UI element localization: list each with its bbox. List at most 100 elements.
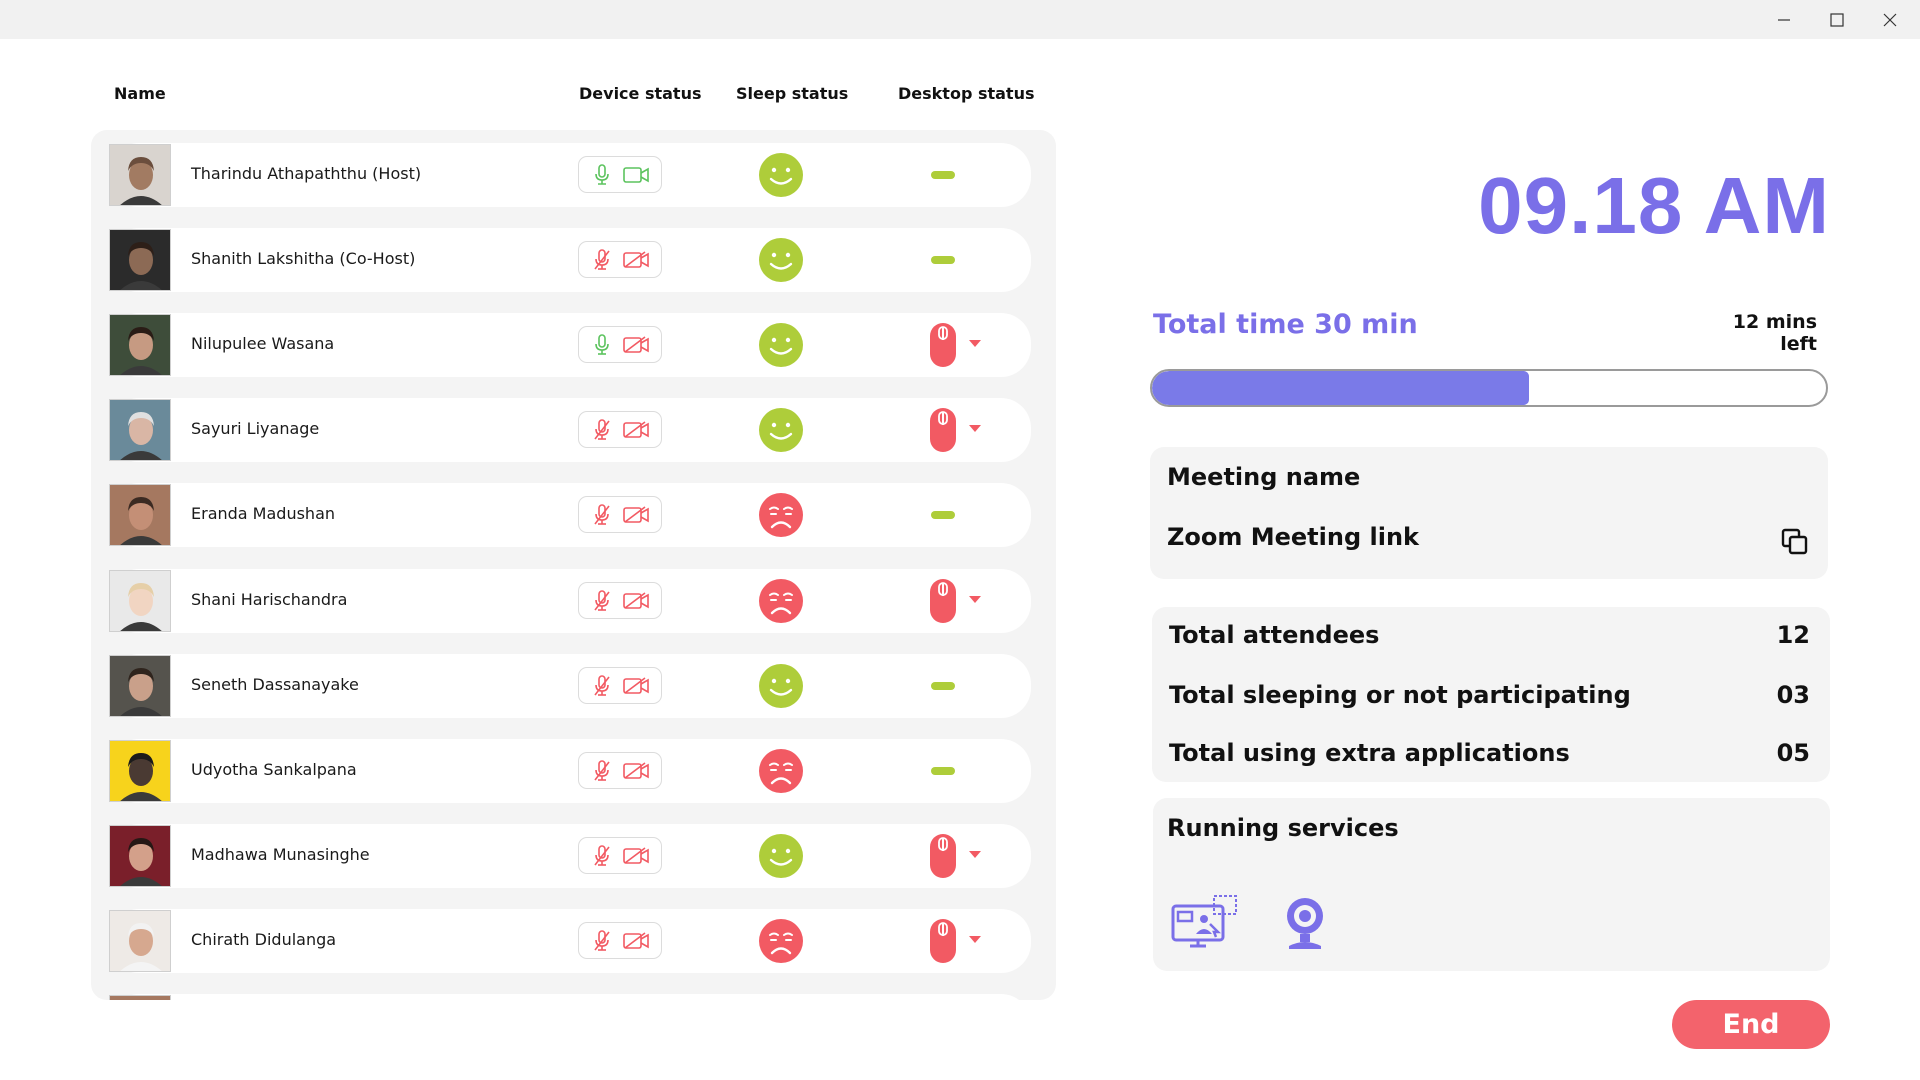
microphone-icon [594, 504, 610, 526]
participant-row[interactable]: Tharindu Athapaththu (Host) [109, 143, 1031, 207]
participant-name: Shani Harischandra [191, 589, 348, 609]
device-status [578, 751, 662, 789]
clock: 09.18 AM [1478, 161, 1830, 250]
avatar [109, 229, 171, 292]
avatar-photo [110, 996, 170, 1000]
meeting-card: Meeting name Zoom Meeting link [1150, 447, 1828, 579]
participant-name: Chirath Didulanga [191, 929, 337, 949]
participant-row[interactable]: Madhawa Munasinghe [109, 823, 1031, 888]
avatar [109, 654, 171, 717]
sleeping-face-icon [759, 918, 803, 963]
stat-label: Total using extra applications [1169, 739, 1570, 767]
microphone-icon [594, 674, 610, 696]
awake-face-icon [759, 238, 803, 283]
awake-face-icon [759, 833, 803, 878]
microphone-icon [594, 759, 610, 781]
device-status [578, 496, 662, 534]
column-header-device: Device status [579, 84, 702, 103]
meeting-name-label: Meeting name [1167, 463, 1361, 491]
dropdown-arrow-icon[interactable] [969, 425, 981, 433]
sleeping-face-icon [759, 493, 803, 538]
avatar-photo [110, 570, 170, 631]
avatar-photo [110, 400, 170, 461]
avatar [109, 484, 171, 547]
maximize-button[interactable] [1811, 0, 1863, 39]
webcam-icon[interactable] [1283, 896, 1327, 950]
avatar [109, 314, 171, 377]
participant-name: Madhawa Munasinghe [191, 844, 370, 864]
avatar [109, 824, 171, 887]
participant-row[interactable]: Nilupulee Wasana [109, 313, 1031, 378]
camera-icon [623, 932, 649, 949]
mouse-icon[interactable] [929, 578, 957, 624]
total-time-label: Total time 30 min [1153, 309, 1418, 340]
dropdown-arrow-icon[interactable] [969, 340, 981, 348]
time-left-label: 12 mins left [1732, 311, 1817, 355]
desktop-normal-indicator [931, 511, 955, 520]
microphone-icon [594, 589, 610, 611]
minimize-button[interactable] [1758, 0, 1810, 39]
camera-icon [623, 676, 649, 694]
device-status [578, 836, 662, 874]
camera-icon [623, 506, 649, 524]
participant-name: Seneth Dassanayake [191, 674, 359, 694]
participant-row[interactable] [109, 994, 1031, 1000]
avatar-photo [110, 230, 170, 291]
device-status [578, 156, 662, 193]
participant-row[interactable]: Seneth Dassanayake [109, 653, 1031, 718]
copy-icon[interactable] [1780, 527, 1810, 557]
mouse-icon[interactable] [929, 833, 957, 879]
awake-face-icon [759, 408, 803, 453]
avatar [109, 995, 171, 1000]
avatar [109, 909, 171, 972]
desktop-normal-indicator [931, 171, 955, 179]
participant-row[interactable]: Shanith Lakshitha (Co-Host) [109, 228, 1031, 293]
stat-value: 05 [1776, 739, 1810, 767]
microphone-icon [594, 249, 610, 270]
avatar-photo [110, 655, 170, 716]
avatar-photo [110, 145, 170, 205]
mouse-icon[interactable] [929, 918, 957, 964]
close-icon [1883, 13, 1897, 26]
column-header-desktop: Desktop status [898, 84, 1035, 103]
dropdown-arrow-icon[interactable] [969, 595, 981, 603]
services-title: Running services [1167, 814, 1399, 842]
stat-label: Total sleeping or not participating [1169, 681, 1631, 709]
participant-row[interactable]: Udyotha Sankalpana [109, 738, 1031, 803]
sleeping-face-icon [759, 578, 803, 623]
avatar-photo [110, 740, 170, 801]
screen-share-icon[interactable] [1170, 894, 1240, 950]
time-progress-bar [1150, 369, 1828, 407]
column-header-sleep: Sleep status [736, 84, 849, 103]
camera-icon [623, 421, 649, 439]
microphone-icon [595, 334, 609, 355]
participant-name: Eranda Madushan [191, 504, 336, 524]
microphone-icon [594, 844, 610, 866]
avatar-photo [110, 825, 170, 886]
participant-row[interactable]: Shani Harischandra [109, 568, 1031, 633]
mouse-icon[interactable] [929, 322, 957, 368]
participant-row[interactable]: Sayuri Liyanage [109, 398, 1031, 463]
time-progress-fill [1152, 371, 1530, 405]
participant-name: Udyotha Sankalpana [191, 759, 357, 779]
meeting-link-label[interactable]: Zoom Meeting link [1167, 523, 1419, 551]
close-button[interactable] [1864, 0, 1916, 39]
maximize-icon [1830, 12, 1844, 27]
participant-name: Shanith Lakshitha (Co-Host) [191, 249, 416, 269]
participant-row[interactable]: Chirath Didulanga [109, 908, 1031, 973]
participant-row[interactable]: Eranda Madushan [109, 483, 1031, 548]
participant-name: Nilupulee Wasana [191, 334, 335, 354]
microphone-icon [594, 930, 610, 951]
mouse-icon[interactable] [929, 407, 957, 453]
device-status [578, 326, 662, 364]
camera-icon [623, 251, 649, 268]
microphone-icon [594, 419, 610, 441]
participant-list[interactable]: Tharindu Athapaththu (Host) Shanith Laks… [91, 130, 1056, 1000]
device-status [578, 411, 662, 449]
sleeping-face-icon [759, 748, 803, 793]
dropdown-arrow-icon[interactable] [969, 850, 981, 858]
end-button[interactable]: End [1672, 1000, 1830, 1049]
dropdown-arrow-icon[interactable] [969, 935, 981, 943]
column-header-name: Name [114, 84, 166, 103]
avatar [109, 569, 171, 632]
